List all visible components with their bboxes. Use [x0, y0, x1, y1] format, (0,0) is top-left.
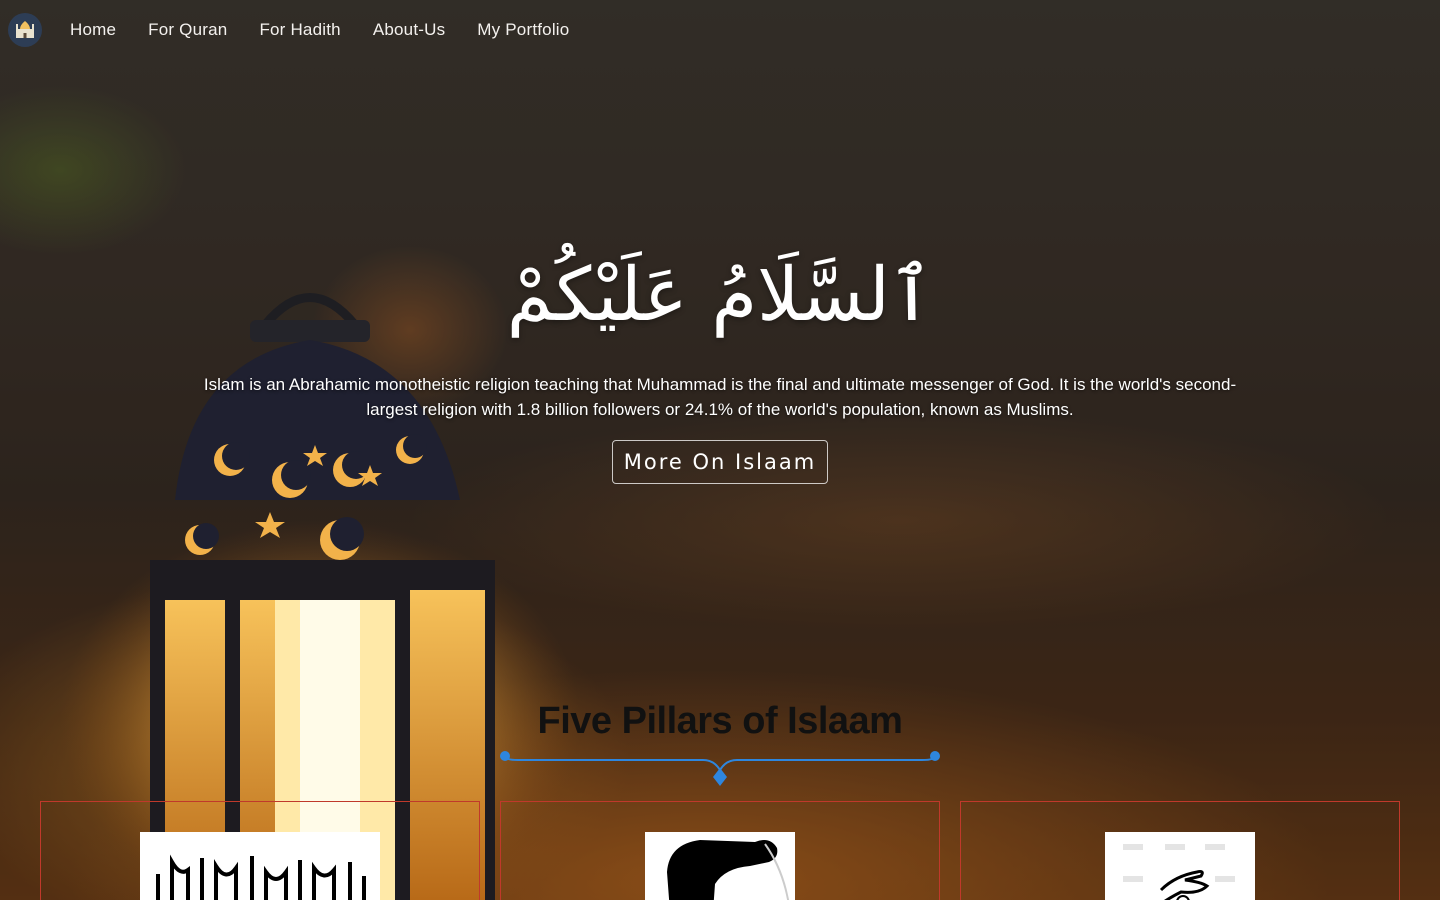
more-on-islaam-button[interactable]: More On Islaam	[611, 440, 829, 484]
title-divider-ornament	[500, 751, 940, 786]
pillars-title: Five Pillars of Islaam	[537, 700, 903, 742]
hero-description: Islam is an Abrahamic monotheistic relig…	[203, 375, 1237, 419]
nav-my-portfolio[interactable]: My Portfolio	[471, 16, 575, 44]
nav-home[interactable]: Home	[64, 16, 122, 44]
nav-for-hadith[interactable]: For Hadith	[253, 16, 346, 44]
nav-for-quran[interactable]: For Quran	[142, 16, 233, 44]
hero-section: ٱلسَّلَامُ عَلَيْكُمْ Islam is an Abraha…	[0, 230, 1440, 484]
shahada-calligraphy-icon	[140, 832, 380, 900]
charity-hand-icon	[1105, 832, 1255, 900]
mosque-icon[interactable]	[8, 13, 42, 47]
pillar-card-zakat[interactable]	[960, 801, 1400, 900]
arabic-greeting: ٱلسَّلَامُ عَلَيْكُمْ	[506, 252, 934, 338]
pillar-card-shahada[interactable]	[40, 801, 480, 900]
pillar-card-salah[interactable]	[500, 801, 940, 900]
top-navigation: Home For Quran For Hadith About-Us My Po…	[0, 0, 1440, 60]
prayer-bowing-icon	[645, 832, 795, 900]
nav-about-us[interactable]: About-Us	[367, 16, 451, 44]
